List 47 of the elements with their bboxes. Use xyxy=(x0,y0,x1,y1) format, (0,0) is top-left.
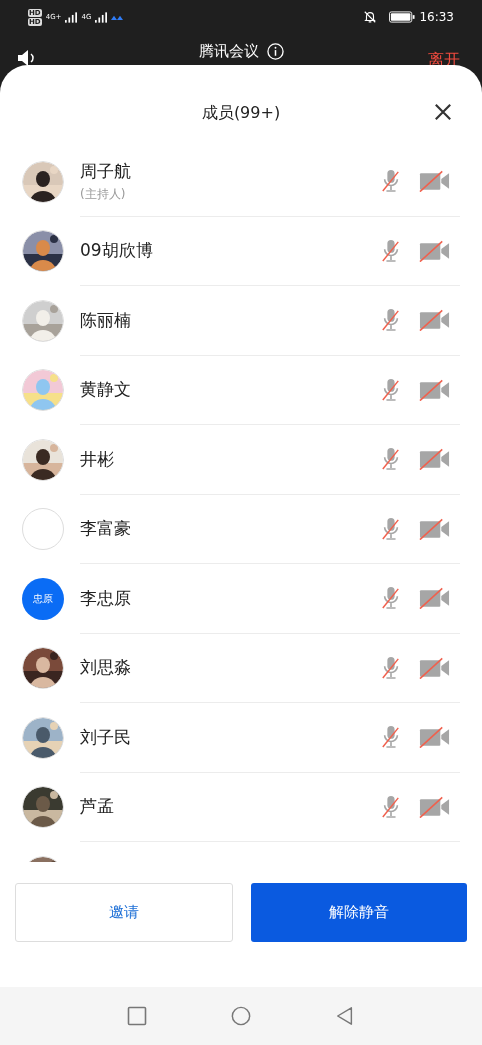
muted-mic-icon[interactable] xyxy=(381,655,401,680)
member-name: 刘思淼 xyxy=(80,656,132,680)
camera-off-icon[interactable] xyxy=(419,378,450,401)
info-icon[interactable] xyxy=(266,43,284,60)
camera-off-icon[interactable] xyxy=(419,656,450,679)
muted-mic-icon[interactable] xyxy=(381,377,401,402)
muted-mic-icon[interactable] xyxy=(381,169,401,194)
muted-mic-icon[interactable] xyxy=(381,447,401,472)
member-name: 周子航 xyxy=(80,159,132,183)
back-icon[interactable] xyxy=(335,1006,355,1026)
member-name: 黄静文 xyxy=(80,378,132,402)
muted-mic-icon[interactable] xyxy=(381,238,401,263)
muted-bell-icon xyxy=(363,10,378,24)
member-name: 陈丽楠 xyxy=(80,308,132,332)
unmute-all-button[interactable]: 解除静音 xyxy=(251,883,467,942)
camera-off-icon[interactable] xyxy=(419,448,450,471)
avatar-initials: 忠原 xyxy=(22,577,64,620)
member-name: 09胡欣博 xyxy=(80,239,154,263)
signal-icon xyxy=(95,11,108,23)
meeting-title: 腾讯会议 xyxy=(198,42,259,61)
battery-icon xyxy=(389,11,416,23)
camera-off-icon[interactable] xyxy=(419,587,450,610)
member-role: (主持人) xyxy=(80,185,127,203)
muted-mic-icon[interactable] xyxy=(381,725,401,750)
camera-off-icon[interactable] xyxy=(419,795,450,818)
close-icon[interactable] xyxy=(434,103,452,121)
invite-button[interactable]: 邀请 xyxy=(15,883,233,942)
member-name: 芦孟 xyxy=(80,795,115,819)
member-name: 刘子民 xyxy=(80,725,132,749)
camera-off-icon[interactable] xyxy=(419,726,450,749)
clock-time: 16:33 xyxy=(419,10,454,24)
muted-mic-icon[interactable] xyxy=(381,586,401,611)
member-name: 李富豪 xyxy=(80,517,132,541)
muted-mic-icon[interactable] xyxy=(381,516,401,541)
camera-off-icon[interactable] xyxy=(419,239,450,262)
recents-icon[interactable] xyxy=(127,1006,147,1026)
speaker-icon[interactable] xyxy=(16,48,36,68)
camera-off-icon[interactable] xyxy=(419,517,450,540)
member-name: 李忠原 xyxy=(80,586,132,610)
muted-mic-icon[interactable] xyxy=(381,794,401,819)
signal-icon xyxy=(65,11,78,23)
sheet-title: 成员(99+) xyxy=(201,101,281,124)
home-icon[interactable] xyxy=(231,1006,251,1026)
member-name: 井彬 xyxy=(80,447,115,471)
camera-off-icon[interactable] xyxy=(419,170,450,193)
muted-mic-icon[interactable] xyxy=(381,308,401,333)
camera-off-icon[interactable] xyxy=(419,309,450,332)
